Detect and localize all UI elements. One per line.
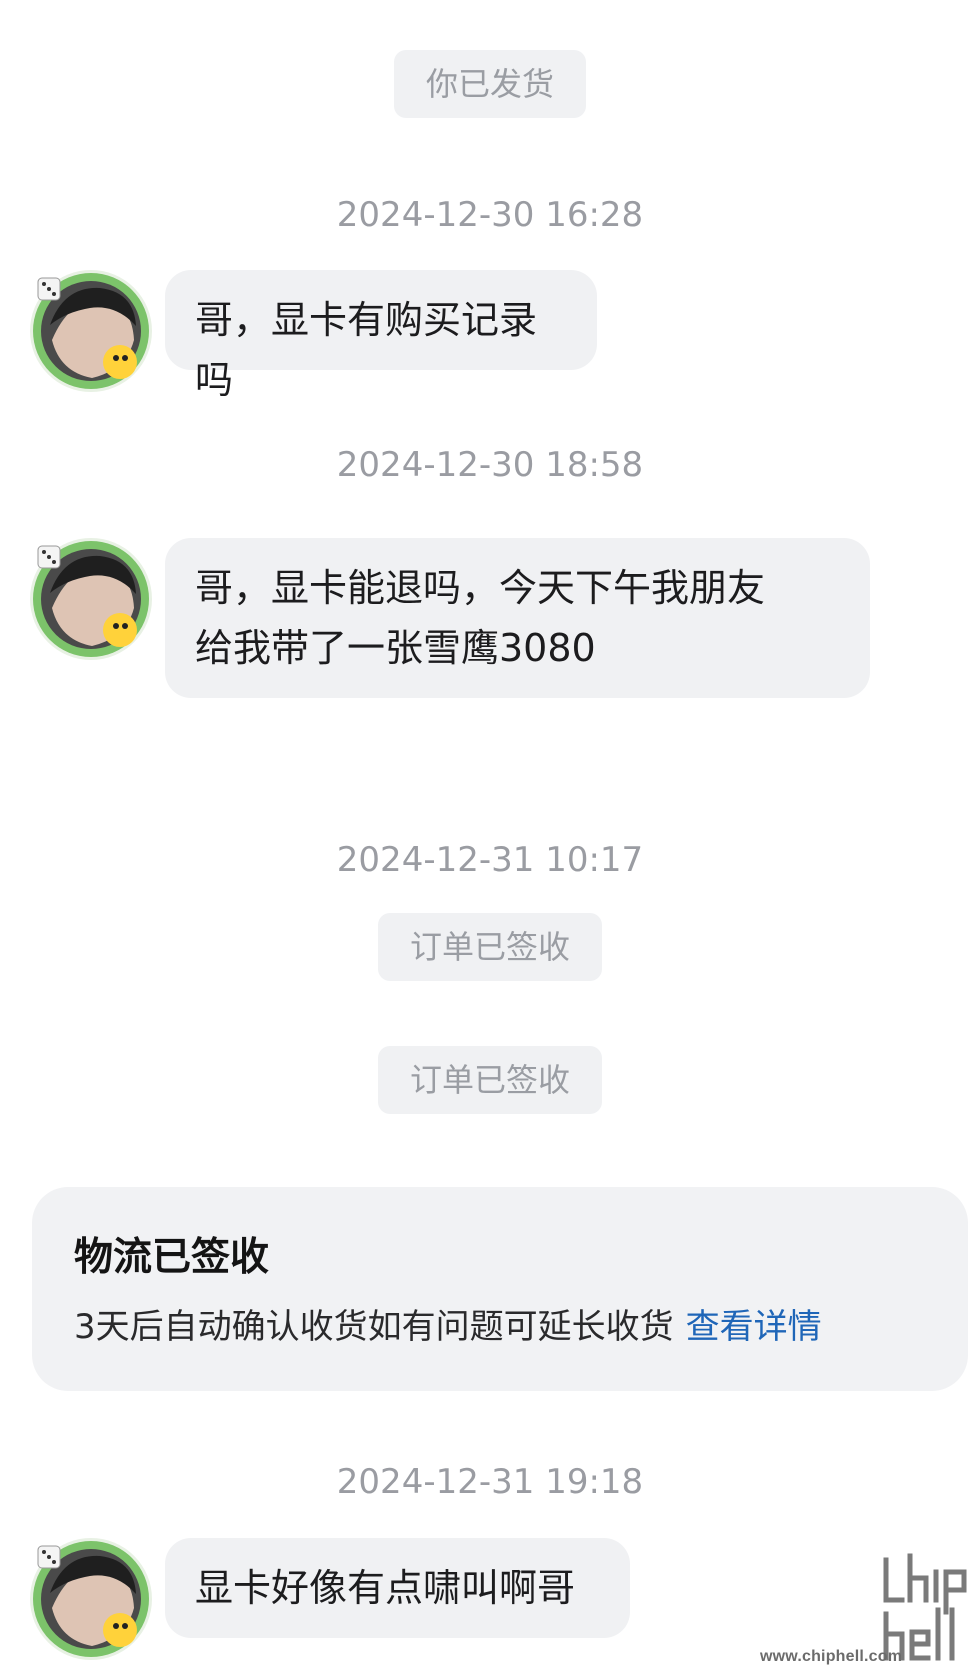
signed-notice-text: 订单已签收 (409, 928, 571, 966)
signed-notice: 订单已签收 (377, 913, 603, 981)
avatar[interactable] (30, 538, 152, 660)
message-text: 哥，显卡有购买记录吗 (195, 298, 538, 402)
signed-notice: 订单已签收 (377, 1046, 603, 1114)
message-text-line: 哥，显卡能退吗，今天下午我朋友 (195, 566, 766, 610)
view-details-link[interactable]: 查看详情 (686, 1307, 822, 1347)
logistics-card-title: 物流已签收 (74, 1235, 270, 1280)
logistics-card-body: 3天后自动确认收货如有问题可延长收货 查看详情 (74, 1305, 926, 1349)
avatar-image-icon (33, 273, 149, 389)
logistics-card[interactable]: 物流已签收 3天后自动确认收货如有问题可延长收货 查看详情 (32, 1187, 968, 1391)
shipped-notice: 你已发货 (393, 50, 587, 118)
message-bubble[interactable]: 显卡好像有点啸叫啊哥 (165, 1538, 630, 1638)
message-bubble[interactable]: 哥，显卡能退吗，今天下午我朋友 给我带了一张雪鹰3080 (165, 538, 870, 698)
logistics-card-text: 3天后自动确认收货如有问题可延长收货 (74, 1307, 674, 1347)
timestamp: 2024-12-31 19:18 (336, 1462, 644, 1502)
avatar[interactable] (30, 270, 152, 392)
watermark: www.chiphell.com (760, 1552, 970, 1672)
message-text-line: 给我带了一张雪鹰3080 (195, 626, 596, 670)
timestamp: 2024-12-31 10:17 (336, 840, 644, 880)
avatar[interactable] (30, 1538, 152, 1660)
timestamp: 2024-12-30 18:58 (336, 445, 644, 485)
timestamp: 2024-12-30 16:28 (336, 195, 644, 235)
avatar-image-icon (33, 1541, 149, 1657)
signed-notice-text: 订单已签收 (409, 1061, 571, 1099)
shipped-notice-text: 你已发货 (425, 65, 555, 103)
message-text: 显卡好像有点啸叫啊哥 (195, 1566, 576, 1610)
avatar-image-icon (33, 541, 149, 657)
watermark-url: www.chiphell.com (760, 1648, 903, 1665)
message-bubble[interactable]: 哥，显卡有购买记录吗 (165, 270, 597, 402)
